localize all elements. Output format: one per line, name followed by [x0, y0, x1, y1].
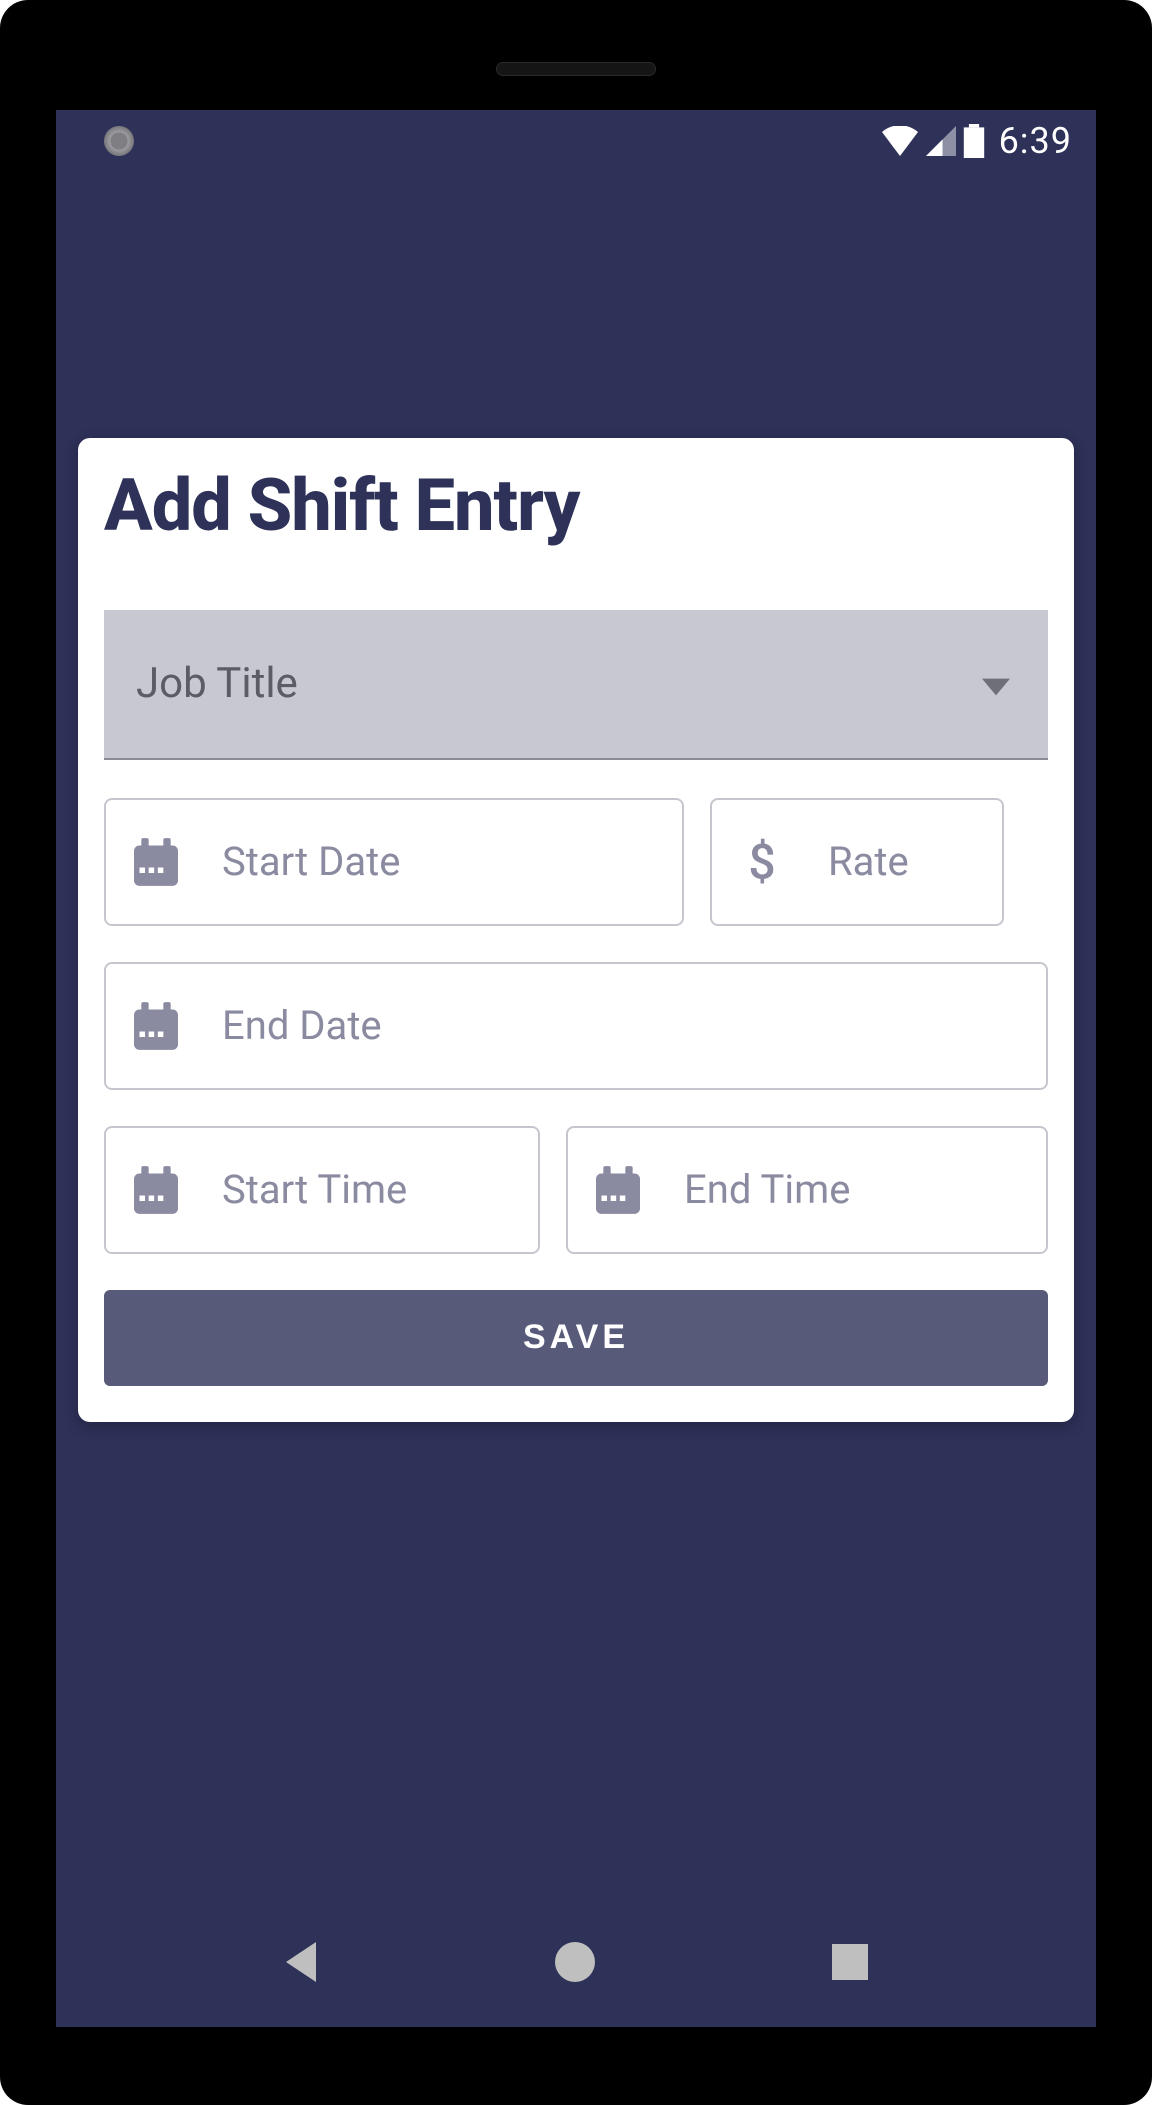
start-time-field[interactable]: Start Time [104, 1126, 540, 1254]
end-time-placeholder: End Time [684, 1166, 850, 1213]
job-title-placeholder: Job Title [136, 659, 298, 708]
back-icon[interactable] [284, 1942, 318, 1986]
status-time: 6:39 [999, 120, 1072, 162]
start-date-field[interactable]: Start Date [104, 798, 684, 926]
cellular-signal-icon [925, 126, 957, 156]
system-navigation-bar [56, 1919, 1096, 2009]
chevron-down-icon [982, 678, 1010, 700]
dollar-icon: $ [740, 838, 784, 886]
wifi-icon [881, 126, 919, 156]
calendar-icon [134, 1166, 178, 1214]
page-title: Add Shift Entry [104, 468, 1048, 544]
status-bar: 6:39 [56, 110, 1096, 172]
end-time-field[interactable]: End Time [566, 1126, 1048, 1254]
loading-spinner-icon [104, 126, 134, 156]
device-frame: 6:39 Add Shift Entry Job Title [0, 0, 1152, 2105]
add-shift-card: Add Shift Entry Job Title [78, 438, 1074, 1422]
start-date-placeholder: Start Date [222, 838, 400, 885]
recent-apps-icon[interactable] [832, 1944, 868, 1984]
screen: 6:39 Add Shift Entry Job Title [56, 110, 1096, 2027]
save-button[interactable]: SAVE [104, 1290, 1048, 1386]
svg-text:$: $ [748, 838, 775, 886]
calendar-icon [134, 1002, 178, 1050]
device-bezel: 6:39 Add Shift Entry Job Title [22, 22, 1130, 2083]
device-speaker [496, 62, 656, 76]
calendar-icon [596, 1166, 640, 1214]
home-icon[interactable] [555, 1942, 595, 1986]
calendar-icon [134, 838, 178, 886]
end-date-placeholder: End Date [222, 1002, 382, 1049]
rate-field[interactable]: $ Rate [710, 798, 1004, 926]
job-title-dropdown[interactable]: Job Title [104, 610, 1048, 760]
battery-icon [963, 124, 985, 158]
rate-placeholder: Rate [828, 838, 909, 885]
end-date-field[interactable]: End Date [104, 962, 1048, 1090]
start-time-placeholder: Start Time [222, 1166, 407, 1213]
